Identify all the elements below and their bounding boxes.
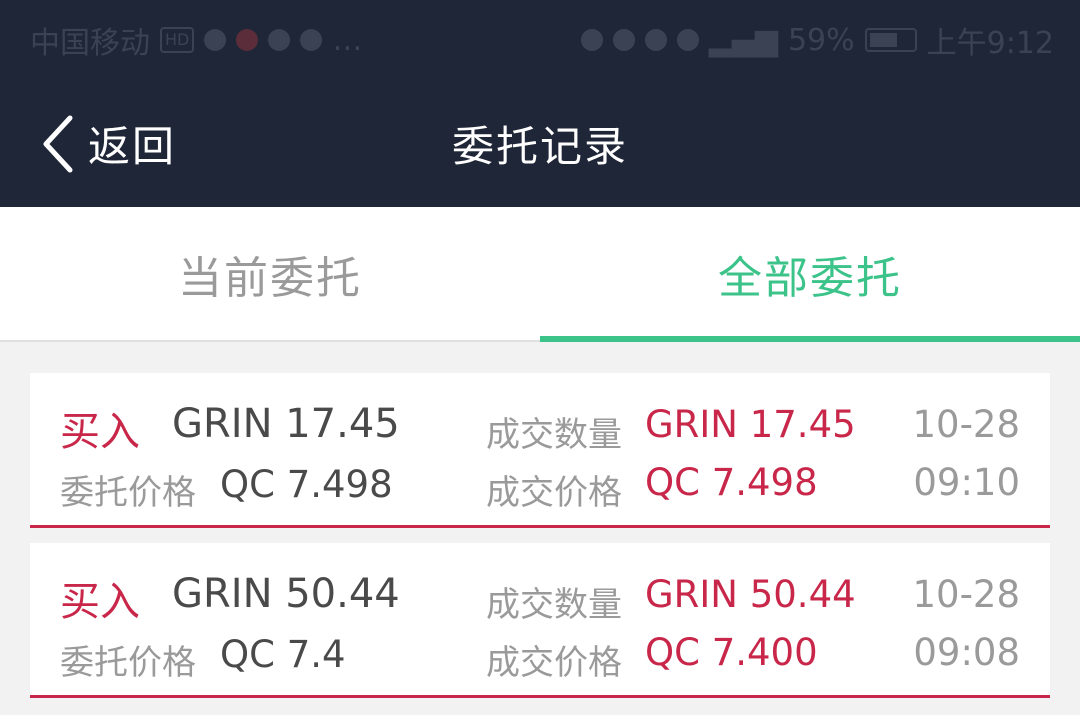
signal-icon: ▂▄▆ [708,22,778,58]
tab-bar: 当前委托 全部委托 [0,207,1080,342]
filled-qty: GRIN 50.44 [645,573,856,616]
message-icon [300,29,323,51]
order-side: 买入 [60,409,140,455]
battery-icon [864,28,917,52]
filled-price-label: 成交价格 [486,643,622,683]
chevron-left-icon [40,114,76,174]
navigation-bar: 委托记录 返回 [0,80,1080,207]
more-icon: … [332,22,363,58]
alarm-icon [644,29,667,51]
tab-current-orders[interactable]: 当前委托 [0,207,540,340]
wechat-icon [268,29,291,51]
order-time: 09:08 [913,631,1020,674]
order-price-label: 委托价格 [60,643,196,683]
hd-badge-icon: HD [160,27,195,53]
order-date: 10-28 [912,403,1020,446]
order-date: 10-28 [912,573,1020,616]
order-side: 买入 [60,579,140,625]
filled-price-label: 成交价格 [486,473,622,513]
status-time: 上午9:12 [926,26,1054,61]
carrier-label: 中国移动 [30,26,150,61]
filled-qty-label: 成交数量 [486,585,622,625]
order-card[interactable]: 买入 GRIN 50.44 委托价格 QC 7.4 成交数量 GRIN 50.4… [30,543,1050,698]
app-notification-icon [204,29,227,51]
filled-price: QC 7.498 [645,461,818,504]
headset-icon [580,29,603,51]
back-label: 返回 [88,122,177,171]
order-price: QC 7.498 [220,463,393,506]
eye-icon [676,29,699,51]
tab-all-orders[interactable]: 全部委托 [540,207,1080,342]
status-bar: 中国移动 HD … ▂▄▆ 59% 上午9:12 [0,0,1080,80]
battery-percent: 59% [787,22,855,58]
filled-qty: GRIN 17.45 [645,403,856,446]
order-amount: GRIN 17.45 [172,401,400,447]
order-time: 09:10 [913,461,1020,504]
order-list: 买入 GRIN 17.45 委托价格 QC 7.498 成交数量 GRIN 17… [30,373,1050,713]
app-notification-icon [236,29,259,51]
order-price-label: 委托价格 [60,473,196,513]
vibrate-icon [612,29,635,51]
order-amount: GRIN 50.44 [172,571,400,617]
filled-price: QC 7.400 [645,631,818,674]
filled-qty-label: 成交数量 [486,415,622,455]
order-price: QC 7.4 [220,633,346,676]
back-button[interactable]: 返回 [40,80,176,207]
order-card[interactable]: 买入 GRIN 17.45 委托价格 QC 7.498 成交数量 GRIN 17… [30,373,1050,528]
